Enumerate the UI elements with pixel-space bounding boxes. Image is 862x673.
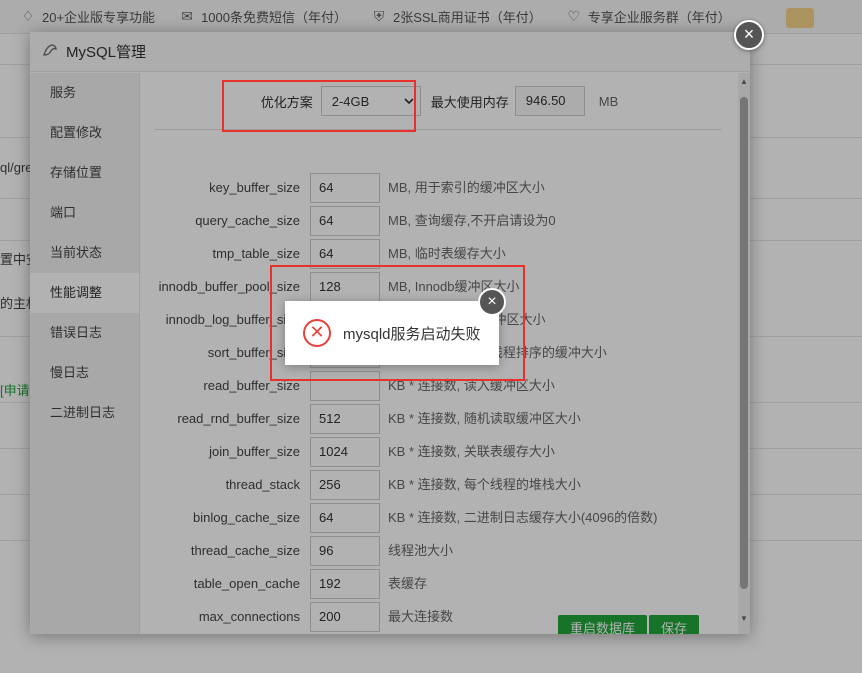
toast-close-icon[interactable]: ×	[478, 288, 506, 316]
error-toast: ✕ mysqld服务启动失败	[285, 301, 499, 365]
modal-close-icon[interactable]: ×	[734, 20, 764, 50]
toast-message: mysqld服务启动失败	[343, 325, 481, 343]
error-icon: ✕	[303, 319, 331, 347]
highlight-box-optimize	[222, 80, 416, 132]
